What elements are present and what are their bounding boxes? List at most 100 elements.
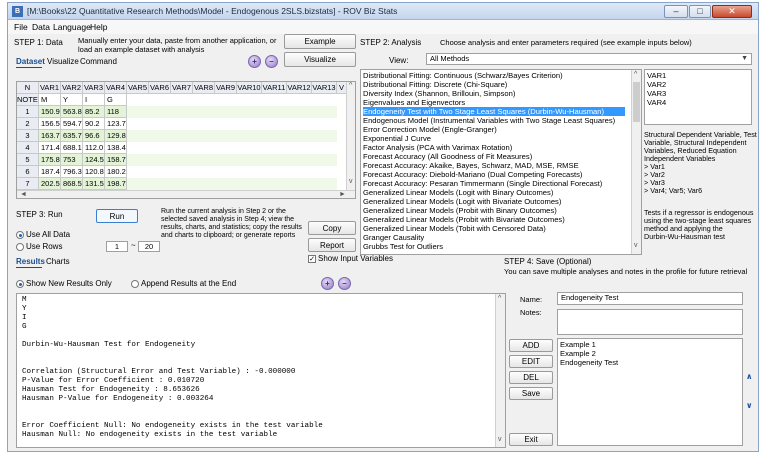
scroll-right-icon[interactable]: ►: [339, 191, 346, 198]
method-item[interactable]: Generalized Linear Models (Tobit with Ce…: [363, 224, 546, 233]
grid-header-var1[interactable]: VAR1: [39, 82, 61, 94]
results-output[interactable]: M Y I G Durbin-Wu-Hausman Test for Endog…: [16, 293, 506, 448]
notes-input[interactable]: [557, 309, 743, 335]
menu-help[interactable]: Help: [90, 22, 107, 32]
grid-cell[interactable]: 187.4: [39, 166, 61, 178]
grid-cell[interactable]: 158.7: [105, 154, 127, 166]
grid-cell[interactable]: 120.8: [83, 166, 105, 178]
copy-button[interactable]: Copy: [308, 221, 356, 235]
scroll-up-icon[interactable]: ^: [634, 71, 637, 78]
method-item[interactable]: Forecast Accuracy: Diebold-Mariano (Dual…: [363, 170, 582, 179]
grid-cell[interactable]: 198.7: [105, 178, 127, 190]
grid-cell[interactable]: 635.7: [61, 130, 83, 142]
grid-header-var12[interactable]: VAR12: [287, 82, 312, 94]
zoom-in-icon[interactable]: +: [248, 55, 261, 68]
report-button[interactable]: Report: [308, 238, 356, 252]
grid-cell[interactable]: 202.5: [39, 178, 61, 190]
variable-item[interactable]: VAR2: [647, 80, 666, 89]
grid-cell[interactable]: 594.7: [61, 118, 83, 130]
saved-item[interactable]: Example 2: [560, 349, 596, 358]
grid-header-var11[interactable]: VAR11: [262, 82, 287, 94]
grid-header-var6[interactable]: VAR6: [149, 82, 171, 94]
exit-button[interactable]: Exit: [509, 433, 553, 446]
grid-cell[interactable]: 123.7: [105, 118, 127, 130]
grid-cell[interactable]: 163.7: [39, 130, 61, 142]
grid-vertical-scrollbar[interactable]: ^ v: [346, 82, 355, 190]
grid-cell[interactable]: 138.4: [105, 142, 127, 154]
method-item[interactable]: Forecast Accuracy: Akaike, Bayes, Schwar…: [363, 161, 579, 170]
saved-item[interactable]: Example 1: [560, 340, 596, 349]
zoom-out-icon[interactable]: –: [265, 55, 278, 68]
scroll-up-icon[interactable]: ^: [498, 295, 501, 302]
grid-cell[interactable]: 753: [61, 154, 83, 166]
scroll-down-icon[interactable]: v: [498, 436, 502, 443]
grid-cell[interactable]: 112.0: [83, 142, 105, 154]
add-button[interactable]: ADD: [509, 339, 553, 352]
tab-dataset[interactable]: Dataset: [16, 57, 45, 66]
method-item[interactable]: Diversity Index (Shannon, Brillouin, Sim…: [363, 89, 515, 98]
method-item[interactable]: Generalized Linear Models (Probit with B…: [363, 206, 557, 215]
grid-cell[interactable]: 150.9: [39, 106, 61, 118]
move-up-icon[interactable]: ∧: [746, 372, 753, 381]
variable-item[interactable]: VAR1: [647, 71, 666, 80]
method-item-selected[interactable]: Endogeneity Test with Two Stage Least Sq…: [363, 107, 625, 116]
scroll-left-icon[interactable]: ◄: [20, 191, 27, 198]
grid-note-cell[interactable]: Y: [61, 94, 83, 106]
grid-header-var9[interactable]: VAR9: [215, 82, 237, 94]
grid-cell[interactable]: 118: [105, 106, 127, 118]
variable-item[interactable]: VAR3: [647, 89, 666, 98]
grid-header-var4[interactable]: VAR4: [105, 82, 127, 94]
method-item[interactable]: Generalized Linear Models (Probit with B…: [363, 215, 565, 224]
variables-input[interactable]: VAR1 VAR2 VAR3 VAR4: [644, 69, 752, 125]
row-from-input[interactable]: 1: [106, 241, 128, 252]
grid-cell[interactable]: 129.8: [105, 130, 127, 142]
use-all-data-radio[interactable]: [16, 231, 24, 239]
method-item[interactable]: Forecast Accuracy (All Goodness of Fit M…: [363, 152, 532, 161]
grid-note-cell[interactable]: G: [105, 94, 127, 106]
maximize-button[interactable]: □: [689, 5, 711, 18]
method-item[interactable]: Eigenvalues and Eigenvectors: [363, 98, 465, 107]
grid-note-cell[interactable]: I: [83, 94, 105, 106]
grid-header-var10[interactable]: VAR10: [237, 82, 262, 94]
grid-header-n[interactable]: N: [17, 82, 39, 94]
method-item[interactable]: Generalized Linear Models (Logit with Bi…: [363, 197, 561, 206]
menu-language[interactable]: Language: [53, 22, 91, 32]
grid-header-var8[interactable]: VAR8: [193, 82, 215, 94]
scroll-thumb[interactable]: [633, 82, 640, 122]
minimize-button[interactable]: –: [664, 5, 688, 18]
data-grid[interactable]: N VAR1 VAR2 VAR3 VAR4 VAR5 VAR6 VAR7 VAR…: [16, 81, 356, 199]
visualize-button[interactable]: Visualize: [284, 52, 356, 67]
grid-note-cell[interactable]: M: [39, 94, 61, 106]
scroll-down-icon[interactable]: v: [349, 178, 353, 185]
method-item[interactable]: Generalized Linear Models (Logit with Bi…: [363, 188, 553, 197]
grid-header-var13[interactable]: VAR13: [312, 82, 337, 94]
grid-cell[interactable]: 96.6: [83, 130, 105, 142]
grid-header-var5[interactable]: VAR5: [127, 82, 149, 94]
grid-cell[interactable]: 90.2: [83, 118, 105, 130]
view-select[interactable]: All Methods ▼: [426, 53, 752, 65]
title-bar[interactable]: B [M:\Books\22 Quantitative Research Met…: [8, 3, 758, 20]
zoom-out-icon[interactable]: –: [338, 277, 351, 290]
tab-visualize[interactable]: Visualize: [47, 57, 79, 66]
grid-cell[interactable]: 131.5: [83, 178, 105, 190]
method-item[interactable]: Exponential J Curve: [363, 134, 431, 143]
show-new-results-radio[interactable]: [16, 280, 24, 288]
results-scrollbar[interactable]: ^ v: [495, 294, 505, 447]
grid-cell[interactable]: 175.8: [39, 154, 61, 166]
show-input-variables-checkbox[interactable]: ✓: [308, 255, 316, 263]
method-item[interactable]: Endogenous Model (Instrumental Variables…: [363, 116, 615, 125]
scroll-up-icon[interactable]: ^: [349, 82, 352, 89]
close-button[interactable]: ✕: [712, 5, 752, 18]
grid-cell[interactable]: 156.5: [39, 118, 61, 130]
grid-empty-area[interactable]: [127, 94, 337, 190]
menu-file[interactable]: File: [14, 22, 28, 32]
scroll-down-icon[interactable]: v: [634, 242, 638, 249]
append-results-radio[interactable]: [131, 280, 139, 288]
del-button[interactable]: DEL: [509, 371, 553, 384]
saved-analyses-list[interactable]: Example 1 Example 2 Endogeneity Test: [557, 338, 743, 446]
grid-cell[interactable]: 180.2: [105, 166, 127, 178]
grid-cell[interactable]: 171.4: [39, 142, 61, 154]
grid-cell[interactable]: 688.1: [61, 142, 83, 154]
method-item[interactable]: Forecast Accuracy: Pesaran Timmermann (S…: [363, 179, 602, 188]
method-item[interactable]: Error Correction Model (Engle-Granger): [363, 125, 497, 134]
